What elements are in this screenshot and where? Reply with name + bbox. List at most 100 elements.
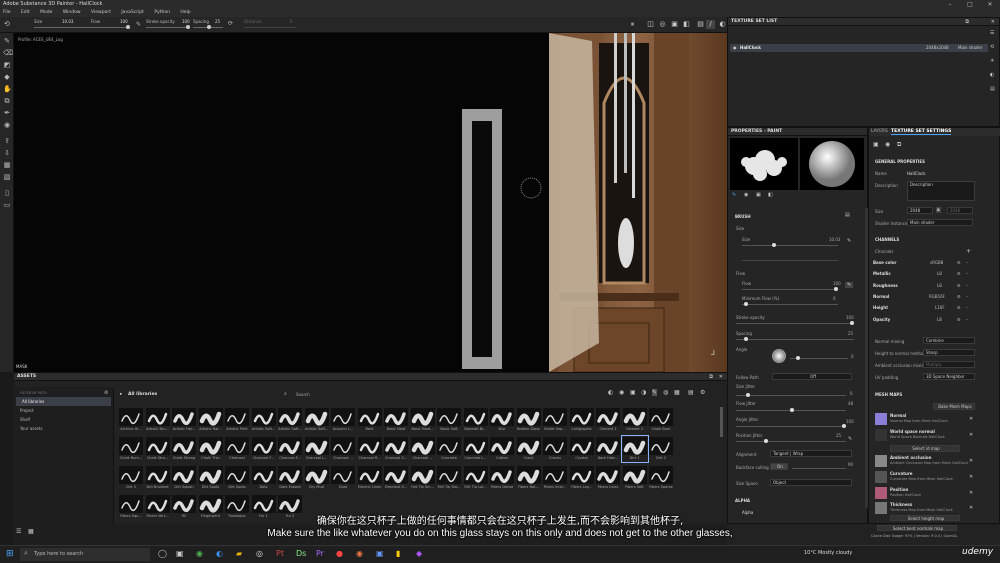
toolbar-distance-value[interactable]: 0 (290, 19, 293, 24)
brush-tile[interactable]: Charcoal R... (357, 436, 383, 462)
brush-tile[interactable]: Felt Tip Lar... (463, 465, 489, 491)
channel-settings-icon[interactable]: ⚙ (957, 317, 961, 322)
log-dock-icon[interactable]: ▤ (990, 86, 995, 92)
size-space-dropdown[interactable]: Object (770, 479, 852, 486)
brush-tile[interactable]: Archive Hi... (118, 407, 144, 433)
library-item-your-assets[interactable]: Your assets (14, 424, 113, 433)
remove-channel-icon[interactable]: – (966, 260, 968, 265)
toolbar-size-value[interactable]: 10.03 (62, 19, 73, 24)
angle-jitter-value[interactable]: 100 (846, 419, 854, 424)
channel-settings-icon[interactable]: ⚙ (957, 260, 961, 265)
camera-icon[interactable]: ◫ (646, 20, 655, 29)
designer-icon[interactable]: Ds (296, 549, 306, 558)
brush-tile[interactable]: Dirt 2 (648, 436, 674, 462)
min-flow-knob[interactable] (744, 302, 748, 306)
brush-tile[interactable]: Crystal (569, 436, 595, 462)
flow-jitter-value[interactable]: 48 (848, 401, 853, 406)
channel-format[interactable]: L8 (937, 317, 942, 322)
library-item-project[interactable]: Project (14, 406, 113, 415)
brush-tile[interactable]: Fibers Nat... (516, 465, 542, 491)
brush-tile[interactable]: Dots (251, 465, 277, 491)
geometry-mask-icon[interactable]: ▦ (3, 161, 11, 169)
brush-tile[interactable]: Crack (516, 436, 542, 462)
brush-tile[interactable]: Dark Hatc... (595, 436, 621, 462)
close-icon[interactable]: ✕ (980, 0, 1000, 9)
size-jitter-value[interactable]: 0 (850, 391, 853, 396)
brush-tab-icon[interactable]: ✎ (732, 192, 736, 198)
material-tab-icon[interactable]: ◉ (744, 192, 748, 198)
brush-tile[interactable]: Fibers Dense (489, 465, 515, 491)
spacing-value[interactable]: 25 (848, 331, 853, 336)
tss-uv-icon[interactable]: ⧉ (897, 141, 901, 149)
channel-settings-icon[interactable]: ⚙ (957, 283, 961, 288)
remove-map-icon[interactable]: ✕ (969, 416, 973, 422)
remove-channel-icon[interactable]: – (966, 305, 968, 310)
library-item-shelf[interactable]: Shelf (14, 415, 113, 424)
brush-tile[interactable]: Fibers Lay... (569, 465, 595, 491)
brush-tile[interactable]: Elephant S... (383, 465, 409, 491)
toolbar-spacing-knob[interactable] (207, 25, 211, 29)
recorder-icon[interactable]: ● (336, 549, 343, 558)
search-icon[interactable]: ⌕ (284, 391, 287, 397)
mesh-map-row[interactable]: Normal Normal Map from Mesh HallClock ✕ (875, 413, 975, 429)
angle-value[interactable]: 0 (851, 354, 854, 359)
tss-view-icon[interactable]: ▣ (873, 141, 879, 148)
render-icon[interactable]: ◧ (682, 20, 691, 29)
stroke-opacity-knob[interactable] (850, 321, 854, 325)
asset-scrollbar[interactable] (720, 407, 723, 437)
picker-icon[interactable]: ✒ (3, 109, 11, 117)
brush-tile[interactable]: Charcoal L... (304, 436, 330, 462)
channel-format[interactable]: L16F (935, 305, 945, 310)
remove-map-icon[interactable]: ✕ (969, 474, 973, 480)
size-slider[interactable] (742, 245, 838, 246)
brush-tile[interactable]: Dust (330, 465, 356, 491)
toolbar-stroke-opacity-value[interactable]: 100 (182, 19, 190, 24)
menu-edit[interactable]: Edit (21, 9, 30, 17)
brush-tile[interactable]: Fibers Lines (595, 465, 621, 491)
channel-row[interactable]: Base color sRGB8 ⚙ – (873, 260, 973, 265)
bake-icon[interactable]: ⇪ (3, 137, 11, 145)
app-icon[interactable]: ◆ (416, 549, 422, 558)
remove-map-icon[interactable]: ✕ (969, 505, 973, 511)
brush-tile[interactable]: Fibers Inter... (542, 465, 568, 491)
display-dock-icon[interactable]: ☀ (990, 58, 994, 64)
filter-smart-materials-icon[interactable]: ◉ (619, 389, 624, 396)
brush-tile[interactable]: Dirt Spots (198, 465, 224, 491)
brush-tile[interactable]: Dirt Brushed (145, 465, 171, 491)
mesh-map-row[interactable]: Position Position HallClock ✕ (875, 487, 975, 501)
brush-tile[interactable]: Basic Hard... (410, 407, 436, 433)
channel-format[interactable]: sRGB8 (930, 260, 943, 265)
channel-row[interactable]: Normal RGB16F ⚙ – (873, 294, 973, 299)
brush-tile[interactable]: Charcoal F... (277, 436, 303, 462)
material-picker-icon[interactable]: ◉ (3, 121, 11, 129)
backface-angle-slider[interactable] (792, 468, 846, 469)
brush-tile[interactable]: Charcoal (224, 436, 250, 462)
maximize-icon[interactable]: □ (960, 0, 980, 9)
brush-tile[interactable]: Dry Mud (304, 465, 330, 491)
premiere-icon[interactable]: Pr (316, 549, 324, 558)
brush-tile[interactable]: Blur (489, 407, 515, 433)
menu-window[interactable]: Window (63, 9, 81, 17)
paint-brush-icon[interactable]: ✎ (3, 37, 11, 45)
brush-tile[interactable]: Dirt 1 (620, 435, 649, 463)
smudge-icon[interactable]: ✋ (3, 85, 12, 93)
filter-filters-icon[interactable]: ◑ (641, 389, 646, 396)
alignment-dropdown[interactable]: Tangent | Wrap (770, 450, 852, 457)
pen-jitter-icon[interactable]: ✎ (848, 436, 852, 442)
screenshot-icon[interactable]: ▣ (670, 20, 679, 29)
edge-icon[interactable]: ◐ (216, 549, 223, 558)
media-icon[interactable]: ◉ (356, 549, 363, 558)
spacing-slider[interactable] (736, 339, 854, 340)
teams-icon[interactable]: ▣ (376, 549, 384, 558)
filter-materials-icon[interactable]: ◐ (608, 389, 613, 396)
brush-tile[interactable]: Fibers Soft (622, 465, 648, 491)
channel-row[interactable]: Roughness L8 ⚙ – (873, 283, 973, 288)
brush-tile[interactable]: Calligraphic (569, 407, 595, 433)
material-preview[interactable] (800, 138, 864, 190)
unreal-icon[interactable]: ◎ (256, 549, 263, 558)
toolbar-flow-value[interactable]: 100 (120, 19, 128, 24)
channel-row[interactable]: Opacity L8 ⚙ – (873, 317, 973, 322)
position-jitter-slider[interactable] (736, 441, 846, 442)
toolbar-distance-slider[interactable] (244, 27, 296, 28)
brush-tile[interactable]: Artistic Hai... (198, 407, 224, 433)
